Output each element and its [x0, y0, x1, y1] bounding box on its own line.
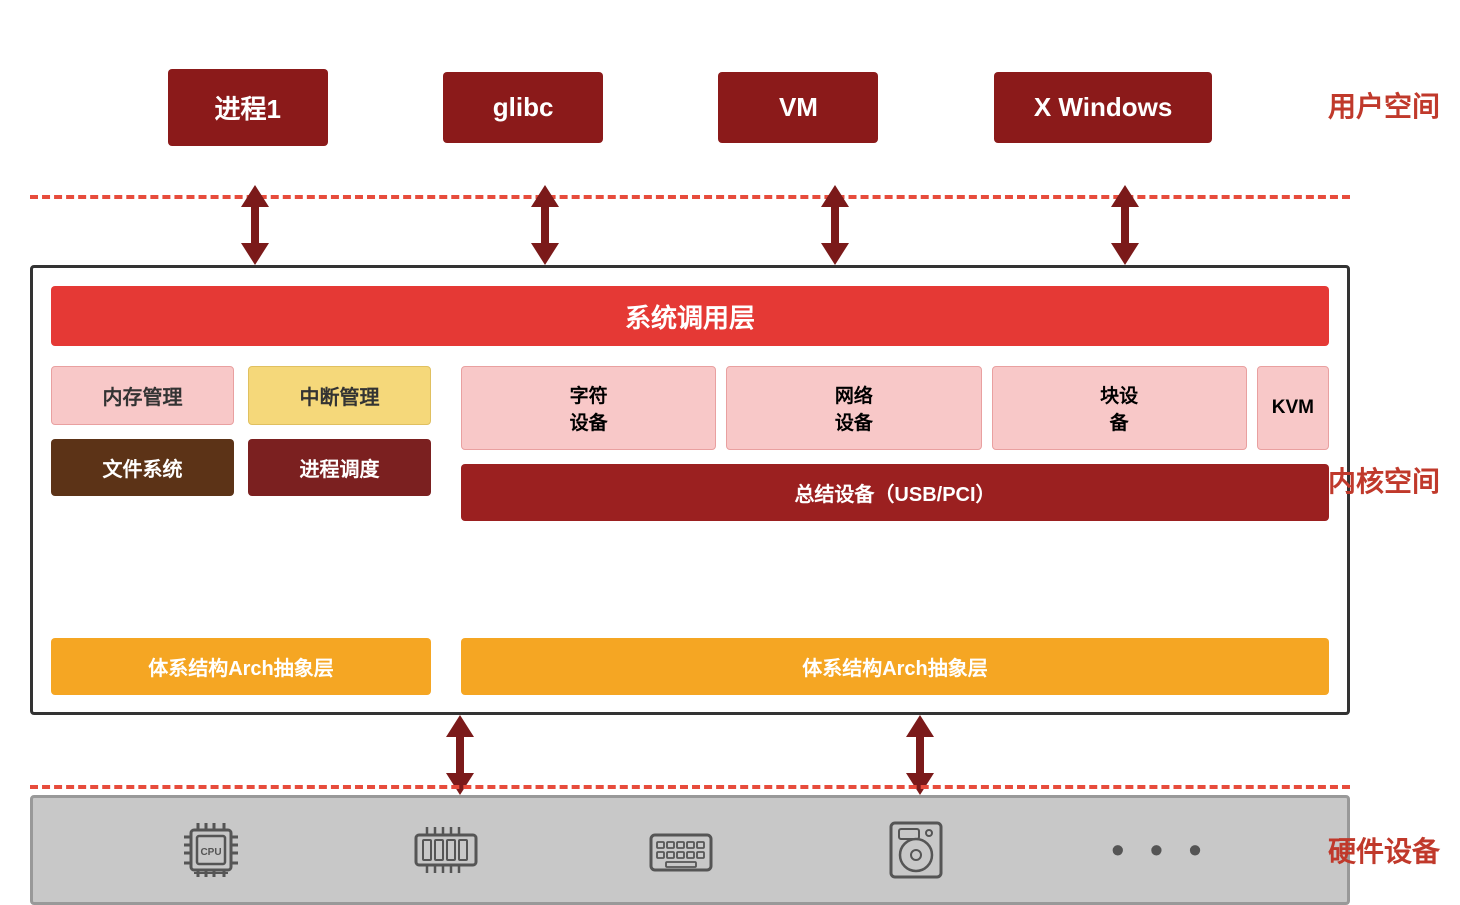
- arch-row: 体系结构Arch抽象层 体系结构Arch抽象层: [51, 638, 1329, 695]
- kernel-space-label: 内核空间: [1328, 460, 1440, 500]
- hardware-label: 硬件设备: [1328, 830, 1440, 870]
- glibc-box: glibc: [443, 72, 603, 143]
- process1-box: 进程1: [168, 69, 328, 146]
- arrow-3: [821, 185, 849, 265]
- arrow-hw-right: [906, 715, 934, 795]
- arch-left-cell: 体系结构Arch抽象层: [51, 638, 431, 695]
- arrow-stem: [541, 207, 549, 243]
- arrow-down-icon: [906, 773, 934, 795]
- user-space-label: 用户空间: [1328, 85, 1440, 125]
- arrow-stem: [916, 737, 924, 773]
- arrow-stem: [251, 207, 259, 243]
- kernel-hw-arrows: [30, 715, 1350, 795]
- arch-left-container: 体系结构Arch抽象层: [51, 638, 431, 695]
- arrow-2: [531, 185, 559, 265]
- net-dev-cell: 网络设备: [726, 366, 981, 450]
- arrow-down-icon: [1111, 243, 1139, 265]
- arch-right-container: 体系结构Arch抽象层: [461, 638, 1329, 695]
- kernel-row-2: 文件系统 进程调度: [51, 439, 431, 496]
- vm-box: VM: [718, 72, 878, 143]
- arrow-up-icon: [241, 185, 269, 207]
- interrupt-cell: 中断管理: [248, 366, 431, 425]
- kernel-right-group: 字符设备 网络设备 块设备 KVM 总结设备（USB/PCI）: [461, 366, 1329, 626]
- arrow-up-icon: [1111, 185, 1139, 207]
- blk-dev-cell: 块设备: [992, 366, 1247, 450]
- bus-dev-cell: 总结设备（USB/PCI）: [461, 464, 1329, 521]
- arrow-up-icon: [906, 715, 934, 737]
- arrow-4: [1111, 185, 1139, 265]
- arrow-down-icon: [821, 243, 849, 265]
- arrow-down-icon: [241, 243, 269, 265]
- mem-mgmt-cell: 内存管理: [51, 366, 234, 425]
- arrow-stem: [1121, 207, 1129, 243]
- dashed-line-bottom: [30, 785, 1350, 789]
- arrow-stem: [831, 207, 839, 243]
- kernel-space-box: 系统调用层 内存管理 中断管理 文件系统 进程调度 字符设备 网络设备 块设: [30, 265, 1350, 715]
- kernel-internals: 内存管理 中断管理 文件系统 进程调度 字符设备 网络设备 块设备 KVM 总结…: [51, 366, 1329, 626]
- diagram-container: 进程1 glibc VM X Windows 用户空间: [30, 30, 1430, 874]
- kernel-row-1: 内存管理 中断管理: [51, 366, 431, 425]
- arrow-up-icon: [531, 185, 559, 207]
- arrow-down-icon: [446, 773, 474, 795]
- arrow-up-icon: [821, 185, 849, 207]
- cpu-icon: CPU: [171, 810, 251, 890]
- syscall-layer: 系统调用层: [51, 286, 1329, 346]
- keyboard-icon: [641, 810, 721, 890]
- xwindows-box: X Windows: [994, 72, 1212, 143]
- arch-right-cell: 体系结构Arch抽象层: [461, 638, 1329, 695]
- memory-icon: [406, 810, 486, 890]
- kvm-cell: KVM: [1257, 366, 1329, 450]
- arrow-up-icon: [446, 715, 474, 737]
- user-kernel-arrows: [30, 185, 1350, 265]
- disk-icon: [876, 810, 956, 890]
- kernel-right-top: 字符设备 网络设备 块设备 KVM: [461, 366, 1329, 450]
- more-dots: • • •: [1112, 829, 1210, 871]
- arrow-stem: [456, 737, 464, 773]
- filesystem-cell: 文件系统: [51, 439, 234, 496]
- proc-sched-cell: 进程调度: [248, 439, 431, 496]
- char-dev-cell: 字符设备: [461, 366, 716, 450]
- arrow-1: [241, 185, 269, 265]
- arrow-hw-left: [446, 715, 474, 795]
- svg-text:CPU: CPU: [200, 847, 221, 858]
- kernel-left-group: 内存管理 中断管理 文件系统 进程调度: [51, 366, 431, 626]
- arrow-down-icon: [531, 243, 559, 265]
- user-space-section: 进程1 glibc VM X Windows: [30, 30, 1350, 185]
- hardware-section: CPU: [30, 795, 1350, 905]
